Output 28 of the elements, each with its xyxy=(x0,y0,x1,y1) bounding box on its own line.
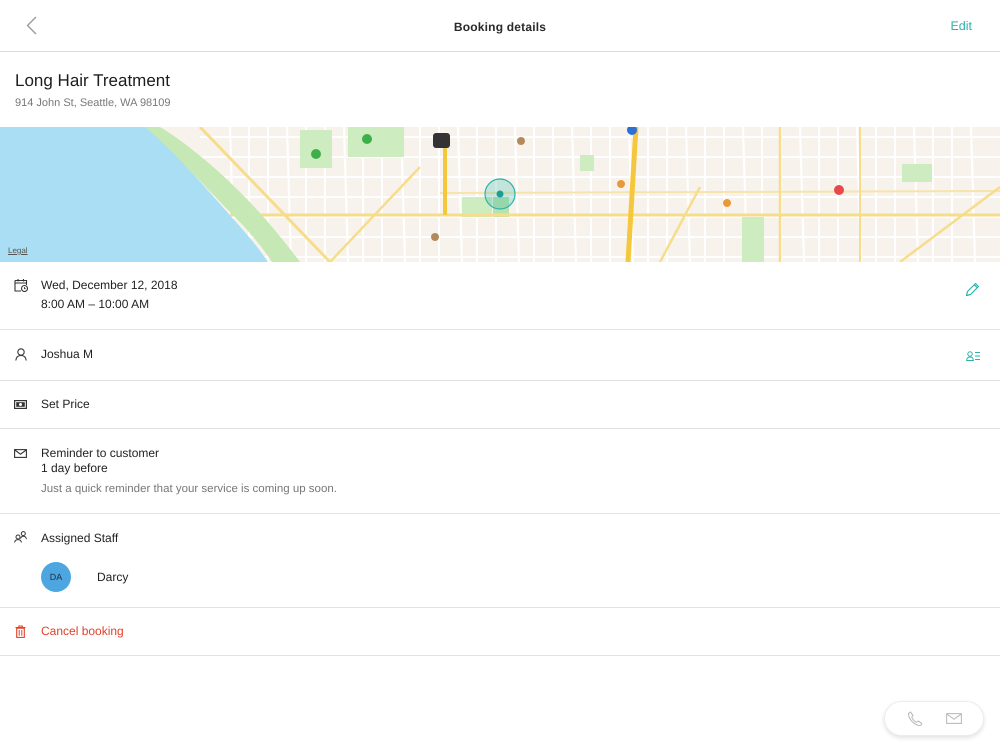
trash-icon xyxy=(15,625,26,638)
address-text: 914 John St, Seattle, WA 98109 xyxy=(15,96,171,111)
booking-date: Wed, December 12, 2018 xyxy=(41,277,178,294)
phone-icon[interactable] xyxy=(906,710,922,726)
service-title: Long Hair Treatment xyxy=(15,70,170,92)
booking-time: 8:00 AM – 10:00 AM xyxy=(41,296,150,313)
customer-name: Joshua M xyxy=(41,346,94,363)
map-drawing[interactable] xyxy=(0,127,1000,262)
envelope-icon xyxy=(14,449,27,458)
back-icon[interactable] xyxy=(26,16,37,35)
calendar-clock-icon xyxy=(14,278,28,292)
cancel-booking-link[interactable]: Cancel booking xyxy=(41,622,124,641)
reminder-message: Just a quick reminder that your service is coming up soon. xyxy=(41,482,337,497)
person-icon xyxy=(15,348,27,361)
banknote-icon xyxy=(14,400,27,409)
page-title: Booking details xyxy=(454,18,546,36)
people-icon xyxy=(14,531,27,543)
staff-avatar: DA xyxy=(41,562,71,592)
reminder-title: Reminder to customer xyxy=(41,445,160,461)
envelope-icon[interactable] xyxy=(946,713,962,724)
edit-icon[interactable] xyxy=(964,281,980,297)
assigned-staff-title: Assigned Staff xyxy=(41,530,118,547)
reminder-timing: 1 day before xyxy=(41,461,108,476)
location-marker-icon xyxy=(484,178,516,210)
set-price-link[interactable]: Set Price xyxy=(41,395,90,414)
staff-name: Darcy xyxy=(97,568,128,586)
legal-link[interactable]: Legal xyxy=(8,246,28,256)
contact-card-icon[interactable] xyxy=(966,351,980,361)
